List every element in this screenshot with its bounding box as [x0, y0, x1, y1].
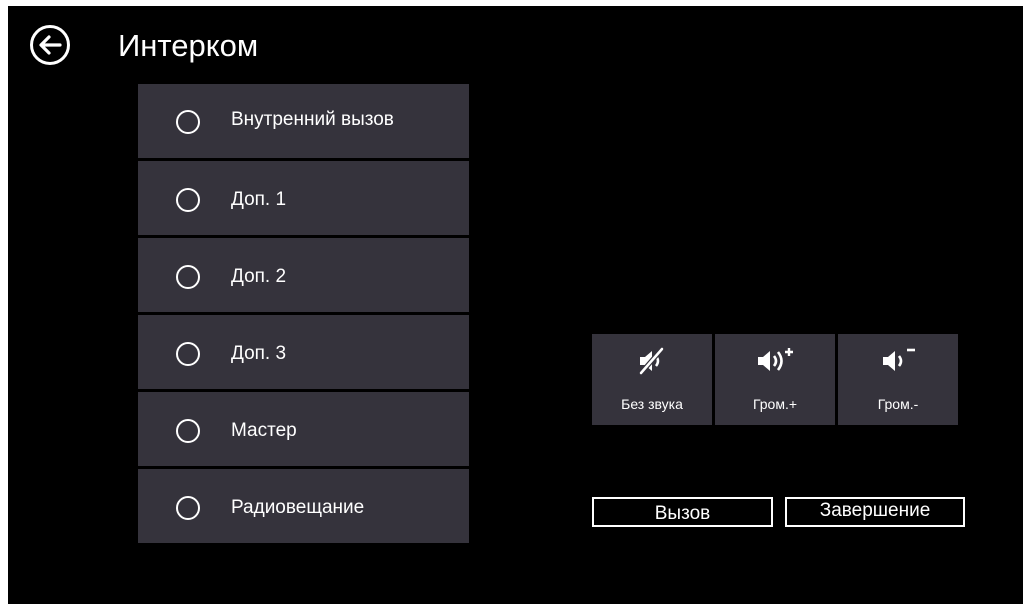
volume-down-icon	[883, 348, 915, 371]
intercom-screen: Интерком Внутренний вызов Доп. 1 Доп. 2 …	[8, 6, 1023, 604]
list-item-master[interactable]: Мастер	[138, 392, 469, 466]
list-item-broadcast[interactable]: Радиовещание	[138, 469, 469, 543]
volume-down-button[interactable]: Гром.-	[838, 334, 958, 425]
mute-button[interactable]: Без звука	[592, 334, 712, 425]
list-item-label: Радиовещание	[231, 497, 365, 518]
radio-button[interactable]	[176, 110, 200, 134]
back-arrow-icon	[30, 25, 70, 65]
list-item-label: Доп. 1	[231, 189, 287, 210]
list-item-ext-1[interactable]: Доп. 1	[138, 161, 469, 235]
radio-button[interactable]	[176, 496, 200, 520]
audio-controls: Без звука Гром.+ Гром.-	[592, 334, 958, 425]
radio-button[interactable]	[176, 265, 200, 289]
volume-up-label: Гром.+	[752, 396, 798, 412]
end-call-button[interactable]: Завершение	[785, 497, 965, 527]
mute-icon	[639, 347, 664, 375]
intercom-list: Внутренний вызов Доп. 1 Доп. 2 Доп. 3 Ма…	[138, 84, 469, 546]
list-item-ext-3[interactable]: Доп. 3	[138, 315, 469, 389]
radio-button[interactable]	[176, 342, 200, 366]
volume-down-label: Гром.-	[877, 396, 919, 412]
list-item-label: Внутренний вызов	[231, 109, 394, 130]
list-item-internal-call[interactable]: Внутренний вызов	[138, 84, 469, 158]
volume-up-button[interactable]: Гром.+	[715, 334, 835, 425]
back-button[interactable]	[29, 24, 71, 66]
radio-button[interactable]	[176, 419, 200, 443]
list-item-ext-2[interactable]: Доп. 2	[138, 238, 469, 312]
list-item-label: Мастер	[231, 420, 297, 441]
radio-button[interactable]	[176, 188, 200, 212]
mute-label: Без звука	[621, 396, 683, 412]
volume-up-icon	[758, 348, 793, 371]
list-item-label: Доп. 2	[231, 266, 287, 287]
call-button[interactable]: Вызов	[592, 497, 773, 527]
page-title: Интерком	[118, 28, 259, 63]
list-item-label: Доп. 3	[231, 343, 287, 364]
